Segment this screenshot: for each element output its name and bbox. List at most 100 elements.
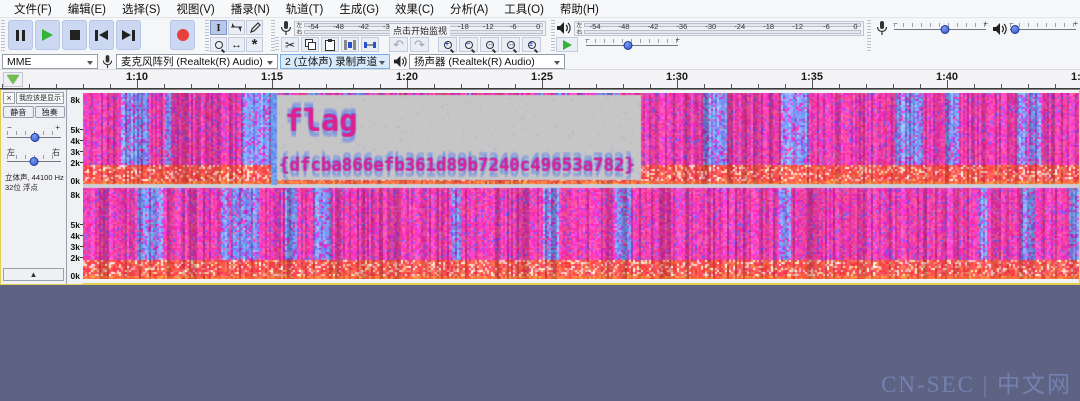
frequency-label: 4k xyxy=(71,137,80,145)
playback-device-dropdown[interactable]: 扬声器 (Realtek(R) Audio) xyxy=(409,54,565,69)
skip-to-start-button[interactable] xyxy=(89,20,114,50)
zoom-out-button[interactable]: − xyxy=(459,37,478,52)
frequency-ruler[interactable]: 8k5k4k3k2k0k8k5k4k3k2k0k xyxy=(67,90,83,284)
toolbar-grip[interactable] xyxy=(867,20,871,51)
pan-slider-thumb[interactable] xyxy=(30,157,39,166)
play-speed-slider[interactable]: − + xyxy=(586,38,678,52)
playback-volume-slider[interactable]: − + xyxy=(1010,22,1076,36)
meter-scale-tick: -36 xyxy=(676,22,687,31)
frequency-label: 5k xyxy=(71,221,80,229)
play-icon xyxy=(42,29,53,41)
record-volume-slider[interactable]: − + xyxy=(894,22,986,36)
toolbar-grip[interactable] xyxy=(551,20,555,51)
timeshift-icon: ↔ xyxy=(231,39,242,51)
meter-scale-tick: -42 xyxy=(358,22,369,31)
menu-item-8[interactable]: 分析(A) xyxy=(442,0,496,19)
audacity-window: 文件(F)编辑(E)选择(S)视图(V)播录(N)轨道(T)生成(G)效果(C)… xyxy=(0,0,1080,401)
play-at-speed-button[interactable] xyxy=(556,37,578,52)
playback-volume-thumb[interactable] xyxy=(1010,25,1019,34)
track-collapse-button[interactable]: ▲ xyxy=(3,268,64,281)
spectrogram-view[interactable] xyxy=(83,93,1079,279)
zoom-to-selection-button[interactable]: ↔ xyxy=(480,37,499,52)
multitool-icon: * xyxy=(252,40,258,50)
menu-item-2[interactable]: 选择(S) xyxy=(114,0,168,19)
stop-button[interactable] xyxy=(62,20,87,50)
frequency-label: 4k xyxy=(71,232,80,240)
record-button[interactable] xyxy=(170,20,195,50)
menu-bar: 文件(F)编辑(E)选择(S)视图(V)播录(N)轨道(T)生成(G)效果(C)… xyxy=(0,0,1080,18)
chevron-down-icon xyxy=(379,61,385,65)
recording-device-dropdown[interactable]: 麦克风阵列 (Realtek(R) Audio) xyxy=(116,54,278,69)
selection-tool-button[interactable]: I xyxy=(210,20,227,35)
track-close-button[interactable]: × xyxy=(3,92,15,104)
record-volume-thumb[interactable] xyxy=(940,25,949,34)
multi-tool-button[interactable]: * xyxy=(246,37,263,52)
menu-item-6[interactable]: 生成(G) xyxy=(331,0,387,19)
gain-slider-thumb[interactable] xyxy=(31,133,40,142)
timeline-ruler[interactable]: 1:101:151:201:251:301:351:401:45 xyxy=(0,70,1080,89)
mixer-speaker-icon xyxy=(992,22,1007,36)
menu-item-7[interactable]: 效果(C) xyxy=(387,0,442,19)
zoom-in-icon: + xyxy=(444,41,452,49)
track-name-dropdown[interactable]: 我应该是显示 ▼ xyxy=(16,92,64,104)
zoom-to-fit-button[interactable]: ↔ xyxy=(501,37,520,52)
timeline-minor-tick xyxy=(893,84,894,88)
silence-audio-button[interactable] xyxy=(361,37,379,52)
toolbar-grip[interactable] xyxy=(275,37,279,52)
timeline-minor-tick xyxy=(1055,84,1056,88)
input-device-mic-icon xyxy=(102,55,113,69)
empty-workspace[interactable]: CN-SEC | 中文网 xyxy=(0,285,1080,401)
timeline-minor-tick xyxy=(920,84,921,88)
redo-button[interactable]: ↷ xyxy=(410,37,429,52)
cut-button[interactable]: ✂ xyxy=(281,37,299,52)
recording-channels-dropdown[interactable]: 2 (立体声) 录制声道 xyxy=(280,54,390,69)
zoom-toggle-button[interactable]: ± xyxy=(522,37,541,52)
pan-slider[interactable] xyxy=(7,154,61,167)
chevron-down-icon xyxy=(554,61,560,65)
timeline-minor-tick xyxy=(83,84,84,88)
timeline-minor-tick xyxy=(29,84,30,88)
pause-button[interactable] xyxy=(8,20,33,50)
menu-item-0[interactable]: 文件(F) xyxy=(6,0,60,19)
timeline-minor-tick xyxy=(2,84,3,88)
play-button[interactable] xyxy=(35,20,60,50)
copy-button[interactable] xyxy=(301,37,319,52)
record-meter-right-label: 右 xyxy=(296,30,302,35)
playback-meter[interactable]: 左 右 -54-48-42-36-30-24-18-12-60 xyxy=(574,21,864,36)
solo-button[interactable]: 独奏 xyxy=(35,106,66,118)
menu-item-4[interactable]: 播录(N) xyxy=(223,0,278,19)
menu-item-10[interactable]: 帮助(H) xyxy=(552,0,607,19)
zoom-tool-button[interactable] xyxy=(210,37,227,52)
playback-meter-left-label: 左 xyxy=(576,23,582,28)
trim-audio-button[interactable] xyxy=(341,37,359,52)
chevron-down-icon xyxy=(87,61,93,65)
menu-item-5[interactable]: 轨道(T) xyxy=(278,0,332,19)
timeline-minor-tick xyxy=(488,84,489,88)
record-meter-overlay-text[interactable]: 点击开始监视 xyxy=(390,24,450,37)
playback-device-value: 扬声器 (Realtek(R) Audio) xyxy=(414,54,535,69)
toolbar-grip[interactable] xyxy=(205,20,209,51)
toolbar-grip[interactable] xyxy=(1,20,5,51)
playhead-pin-icon xyxy=(7,75,19,84)
record-meter-mic-icon xyxy=(280,21,292,36)
menu-item-3[interactable]: 视图(V) xyxy=(168,0,222,19)
undo-button[interactable]: ↶ xyxy=(389,37,408,52)
audio-host-dropdown[interactable]: MME xyxy=(2,54,98,69)
timeshift-tool-button[interactable]: ↔ xyxy=(228,37,245,52)
paste-button[interactable] xyxy=(321,37,339,52)
gain-slider[interactable] xyxy=(7,130,61,143)
timeline-label: 1:30 xyxy=(666,71,688,83)
timeline-minor-tick xyxy=(380,84,381,88)
mute-button[interactable]: 静音 xyxy=(3,106,34,118)
playback-meter-right-label: 右 xyxy=(576,30,582,35)
skip-to-end-button[interactable] xyxy=(116,20,141,50)
play-speed-thumb[interactable] xyxy=(624,41,633,50)
zoom-in-button[interactable]: + xyxy=(438,37,457,52)
draw-tool-button[interactable] xyxy=(246,20,263,35)
envelope-tool-button[interactable] xyxy=(228,20,245,35)
audio-host-value: MME xyxy=(7,56,32,68)
pinned-playhead-button[interactable] xyxy=(3,72,23,87)
menu-item-9[interactable]: 工具(O) xyxy=(496,0,552,19)
menu-item-1[interactable]: 编辑(E) xyxy=(60,0,114,19)
recording-meter[interactable]: 左 右 -54-48-42-36-30-24-18-12-60 点击开始监视 xyxy=(294,21,546,36)
